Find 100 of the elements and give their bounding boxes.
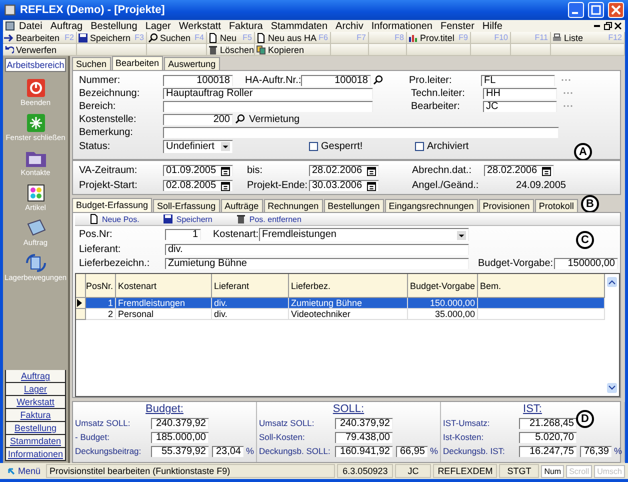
area-field[interactable]: [163, 100, 373, 112]
percent-field[interactable]: 76,39: [580, 446, 612, 456]
menu-item[interactable]: Fenster: [436, 20, 478, 32]
description-field[interactable]: Hauptauftrag Roller: [163, 88, 373, 98]
tab[interactable]: Eingangsrechnungen: [384, 199, 478, 212]
toolbar-button[interactable]: Kopieren: [256, 44, 304, 54]
date-field[interactable]: 30.03.2006: [309, 180, 379, 191]
toolbar-button[interactable]: Prov.titel: [408, 32, 454, 42]
field-label: Nummer:: [79, 74, 122, 86]
project-lead-field[interactable]: FL: [481, 74, 555, 86]
power-icon: [26, 78, 46, 98]
status-dropdown[interactable]: Undefiniert: [163, 140, 233, 152]
sidebar-group-button[interactable]: Informationen: [5, 448, 66, 461]
order-number-field[interactable]: 100018: [301, 74, 371, 86]
maximize-button[interactable]: [588, 2, 604, 18]
annotation-marker: A: [574, 143, 592, 161]
sidebar-group-button[interactable]: Werkstatt: [5, 396, 66, 409]
cost-type-dropdown[interactable]: Fremdleistungen: [259, 228, 469, 241]
amount-field[interactable]: 55.379,92: [151, 446, 209, 456]
header-cell: [76, 274, 86, 298]
tab[interactable]: Provisionen: [478, 199, 534, 212]
percent-field[interactable]: 23,04: [212, 446, 244, 456]
tab[interactable]: Protokoll: [534, 199, 578, 212]
menu-item[interactable]: Faktura: [224, 20, 267, 32]
position-number-field[interactable]: 1: [165, 229, 201, 240]
more-icon: [563, 104, 573, 108]
amount-field[interactable]: 240.379,92: [335, 418, 393, 428]
section-title[interactable]: IST:: [523, 403, 542, 415]
tab[interactable]: Suchen: [72, 57, 111, 70]
menu-item[interactable]: Informationen: [367, 20, 436, 32]
cost-center-field[interactable]: 200: [163, 114, 233, 124]
tab[interactable]: Budget-Erfassung: [72, 198, 152, 212]
toolbar-button[interactable]: Löschen: [208, 44, 254, 54]
toolbar-button[interactable]: Neue Pos.: [89, 214, 140, 224]
document-icon: [89, 214, 99, 224]
column-header: Lieferant: [212, 274, 289, 298]
toolbar-button[interactable]: Pos. entfernen: [236, 214, 302, 224]
minimize-button[interactable]: [568, 2, 584, 18]
field-label: Bearbeiter:: [411, 100, 461, 112]
date-field[interactable]: 01.09.2005: [163, 165, 233, 176]
field-label: Budget-Vorgabe:: [478, 258, 554, 268]
sidebar-group-button[interactable]: Faktura: [5, 409, 66, 422]
checkbox[interactable]: [415, 142, 424, 150]
number-field[interactable]: 100018: [163, 74, 233, 86]
menu-item[interactable]: Hilfe: [478, 20, 506, 32]
amount-field[interactable]: 79.438,00: [335, 432, 393, 442]
more-icon: [561, 78, 571, 82]
close-button[interactable]: [608, 2, 624, 18]
tab[interactable]: Rechnungen: [264, 199, 323, 212]
percent-field[interactable]: 66,95: [396, 446, 428, 456]
amount-field[interactable]: 16.247,75: [519, 446, 577, 456]
tab[interactable]: Auswertung: [164, 57, 220, 70]
toolbar-button[interactable]: Suchen: [148, 32, 191, 42]
status-panel: JC: [395, 464, 432, 478]
tab[interactable]: Bestellungen: [324, 199, 384, 212]
supplier-field[interactable]: div.: [165, 244, 469, 254]
tech-lead-field[interactable]: HH: [483, 88, 557, 98]
arrow-icon: [4, 32, 14, 42]
date-field[interactable]: 02.08.2005: [163, 180, 233, 191]
calendar-icon: [542, 166, 551, 176]
toolbar-button[interactable]: Neu aus HA: [256, 32, 317, 42]
menu-item[interactable]: Stammdaten: [266, 20, 332, 32]
section-title[interactable]: SOLL:: [332, 403, 364, 415]
tab[interactable]: Aufträge: [220, 199, 263, 212]
section-title[interactable]: Budget:: [146, 403, 184, 415]
remark-field[interactable]: [163, 126, 559, 138]
menu-item[interactable]: Datei: [15, 20, 46, 32]
sidebar-group-button[interactable]: Lager: [5, 383, 66, 396]
amount-field[interactable]: 240.379,92: [151, 418, 209, 428]
menu-item[interactable]: Archiv: [332, 20, 368, 32]
menu-item[interactable]: Auftrag: [46, 20, 87, 32]
sidebar-group-button[interactable]: Stammdaten: [5, 435, 66, 448]
toolbar-button[interactable]: Speichern: [78, 32, 131, 42]
function-key-label: F3: [134, 33, 144, 42]
budget-field[interactable]: 150000,00: [554, 258, 618, 268]
sidebar-group-button[interactable]: Bestellung: [5, 422, 66, 435]
toolbar-button[interactable]: Verwerfen: [4, 44, 57, 54]
menu-item[interactable]: Lager: [141, 20, 175, 32]
amount-field[interactable]: 5.020,70: [519, 432, 577, 442]
tab[interactable]: Bearbeiten: [112, 56, 164, 70]
supplier-description-field[interactable]: Zumietung Bühne: [165, 258, 469, 268]
menu-item[interactable]: Bestellung: [86, 20, 142, 32]
amount-field[interactable]: 160.941,92: [335, 446, 393, 456]
date-field[interactable]: 28.02.2006: [309, 165, 379, 176]
checkbox[interactable]: [309, 142, 318, 150]
field-label: Projekt-Start:: [79, 180, 138, 191]
sidebar-group-button[interactable]: Auftrag: [5, 370, 66, 383]
toolbar-button[interactable]: Liste: [552, 32, 584, 42]
editor-field[interactable]: JC: [483, 100, 557, 112]
field-label: Deckungsb. SOLL:: [259, 446, 332, 456]
amount-field[interactable]: 21.268,45: [519, 418, 577, 428]
amount-field[interactable]: 185.000,00: [151, 432, 209, 442]
tab[interactable]: Soll-Erfassung: [153, 199, 220, 212]
toolbar-button[interactable]: Neu: [208, 32, 237, 42]
magnifier-icon: [373, 75, 383, 85]
toolbar-button[interactable]: Bearbeiten: [4, 32, 60, 42]
date-field[interactable]: 28.02.2006: [484, 165, 554, 176]
sparkle-icon: [26, 113, 46, 133]
menu-item[interactable]: Werkstatt: [174, 20, 225, 32]
toolbar-button[interactable]: Speichern: [163, 214, 212, 224]
